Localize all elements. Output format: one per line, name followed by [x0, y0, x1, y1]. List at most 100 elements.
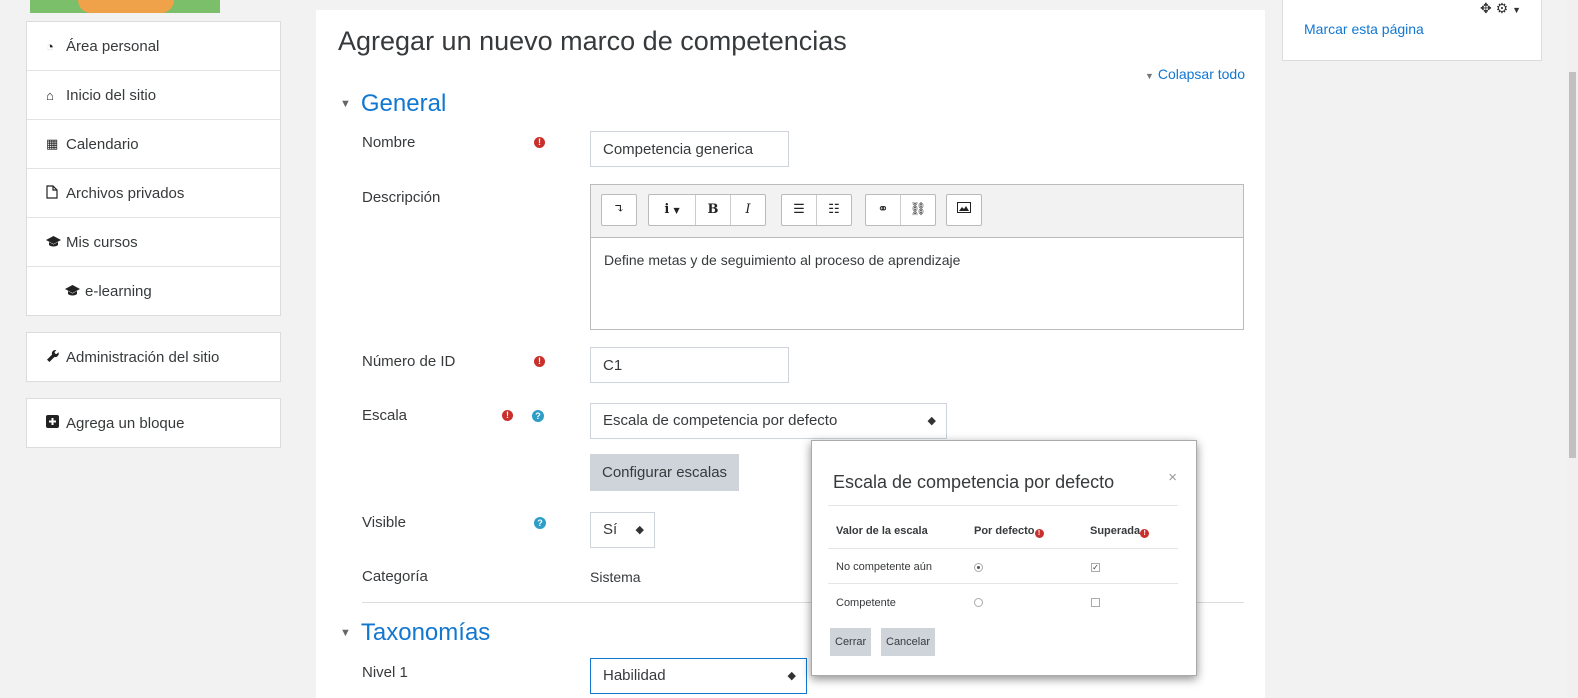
- cancel-button[interactable]: Cancelar: [881, 628, 936, 656]
- navigation-block: ◔ Área personal ⌂ Inicio del sitio ▦ Cal…: [26, 21, 281, 316]
- category-value: Sistema: [590, 569, 641, 585]
- select-arrows-icon: ◆: [927, 415, 936, 427]
- nav-item-site-admin[interactable]: Administración del sitio: [27, 333, 280, 381]
- required-icon: !: [1034, 529, 1044, 538]
- calendar-icon: ▦: [46, 136, 59, 151]
- plus-square-icon: [46, 415, 66, 431]
- required-icon: !: [1140, 529, 1150, 538]
- idnumber-input[interactable]: [590, 347, 789, 383]
- caret-down-icon: ▼: [1145, 71, 1154, 81]
- bookmark-block: Marcar esta página ✥ ⚙ ▼: [1282, 0, 1542, 61]
- link-button[interactable]: ⚭: [866, 195, 901, 225]
- section-taxonomies-toggle[interactable]: ▼ Taxonomías: [340, 619, 490, 647]
- caret-down-icon: ▼: [1512, 5, 1521, 15]
- name-input[interactable]: [590, 131, 789, 167]
- nav-item-calendar[interactable]: ▦ Calendario: [27, 120, 280, 169]
- list-icon: ☰: [793, 202, 805, 217]
- level1-select[interactable]: Habilidad ◆: [590, 658, 807, 694]
- wrench-icon: [46, 349, 66, 366]
- level1-label: Nivel 1: [362, 664, 408, 681]
- block-controls[interactable]: ✥ ⚙ ▼: [1480, 0, 1521, 17]
- close-button[interactable]: Cerrar: [830, 628, 872, 656]
- editor-toolbar: ↴ i ▼ B I ☰ ☷ ⚭ ⛓: [591, 185, 1243, 238]
- caret-down-icon: ▼: [340, 627, 351, 639]
- scale-select[interactable]: Escala de competencia por defecto ◆: [590, 403, 947, 439]
- administration-block: Administración del sitio: [26, 332, 281, 382]
- scrollbar-thumb[interactable]: [1569, 72, 1576, 458]
- dialog-title: Escala de competencia por defecto: [833, 472, 1115, 492]
- caret-down-icon: ▼: [340, 98, 351, 110]
- default-radio[interactable]: [974, 598, 983, 607]
- ordered-list-button[interactable]: ☷: [817, 195, 851, 225]
- col-header-default: Por defecto!: [974, 525, 1044, 538]
- gear-icon: ⚙: [1495, 0, 1509, 16]
- collapse-all-link[interactable]: ▼ Colapsar todo: [1145, 66, 1245, 82]
- section-general-toggle[interactable]: ▼ General: [340, 90, 446, 118]
- bold-button[interactable]: B: [696, 195, 731, 225]
- category-label: Categoría: [362, 568, 428, 585]
- nav-item-label: Archivos privados: [66, 184, 185, 202]
- required-icon: !: [534, 356, 545, 367]
- link-icon: ⚭: [877, 202, 889, 217]
- visible-label: Visible: [362, 514, 406, 531]
- scale-row-label: No competente aún: [836, 561, 933, 573]
- file-icon: [46, 184, 66, 202]
- help-icon[interactable]: ?: [534, 517, 546, 529]
- nav-item-label: Calendario: [66, 135, 139, 153]
- add-block-button[interactable]: Agrega un bloque: [27, 399, 280, 447]
- visible-select[interactable]: Sí ◆: [590, 512, 655, 548]
- toolbar-toggle-button[interactable]: ↴: [602, 195, 636, 225]
- site-logo: [30, 0, 220, 13]
- nav-item-private-files[interactable]: Archivos privados: [27, 169, 280, 218]
- nav-item-label: Área personal: [66, 37, 160, 55]
- required-icon: !: [502, 410, 513, 421]
- unordered-list-button[interactable]: ☰: [782, 195, 817, 225]
- help-icon[interactable]: ?: [532, 410, 544, 422]
- col-header-scale-value: Valor de la escala: [836, 525, 928, 537]
- scale-row-label: Competente: [836, 597, 896, 609]
- caret-down-icon: ▼: [673, 206, 680, 215]
- dashboard-icon: ◔: [46, 38, 54, 54]
- proficient-checkbox[interactable]: ✓: [1091, 563, 1100, 572]
- name-label: Nombre: [362, 134, 416, 151]
- required-icon: !: [534, 137, 545, 148]
- nav-item-course-elearning[interactable]: e-learning: [27, 267, 280, 315]
- configure-scales-button[interactable]: Configurar escalas: [590, 454, 740, 491]
- add-block-block: Agrega un bloque: [26, 398, 281, 448]
- scale-config-dialog: Escala de competencia por defecto × Valo…: [811, 440, 1197, 676]
- unlink-icon: ⛓: [909, 202, 927, 217]
- page-title: Agregar un nuevo marco de competencias: [338, 26, 847, 56]
- nav-item-label: Administración del sitio: [66, 348, 220, 366]
- nav-item-site-home[interactable]: ⌂ Inicio del sitio: [27, 71, 280, 120]
- description-label: Descripción: [362, 189, 441, 206]
- close-icon[interactable]: ×: [1168, 469, 1177, 486]
- move-icon: ✥: [1480, 0, 1492, 16]
- nav-item-dashboard[interactable]: ◔ Área personal: [27, 22, 280, 71]
- col-header-proficient: Superada!: [1090, 525, 1150, 538]
- page-scrollbar[interactable]: [1566, 0, 1578, 698]
- italic-button[interactable]: I: [731, 195, 765, 225]
- graduation-cap-icon: [65, 284, 85, 299]
- scale-label: Escala: [362, 407, 408, 424]
- ordered-list-icon: ☷: [828, 202, 840, 217]
- paragraph-styles-button[interactable]: i ▼: [649, 195, 696, 225]
- nav-item-label: Agrega un bloque: [66, 414, 185, 432]
- unlink-button[interactable]: ⛓: [901, 195, 935, 225]
- description-textarea[interactable]: Define metas y de seguimiento al proceso…: [591, 238, 1243, 282]
- proficient-checkbox[interactable]: [1091, 598, 1100, 607]
- insert-image-button[interactable]: [947, 195, 981, 225]
- image-icon: [957, 202, 971, 217]
- graduation-cap-icon: [46, 235, 66, 250]
- idnumber-label: Número de ID: [362, 353, 456, 370]
- bookmark-page-link[interactable]: Marcar esta página: [1304, 21, 1424, 37]
- nav-item-label: Inicio del sitio: [66, 86, 157, 104]
- nav-item-my-courses[interactable]: Mis cursos: [27, 218, 280, 267]
- select-arrows-icon: ◆: [635, 524, 644, 536]
- info-icon: i: [664, 202, 670, 217]
- default-radio[interactable]: [974, 563, 983, 572]
- level-down-icon: ↴: [613, 202, 625, 217]
- description-editor: ↴ i ▼ B I ☰ ☷ ⚭ ⛓ Define metas y de segu…: [590, 184, 1244, 330]
- home-icon: ⌂: [46, 87, 54, 103]
- nav-item-label: Mis cursos: [66, 233, 138, 251]
- select-arrows-icon: ◆: [787, 670, 796, 682]
